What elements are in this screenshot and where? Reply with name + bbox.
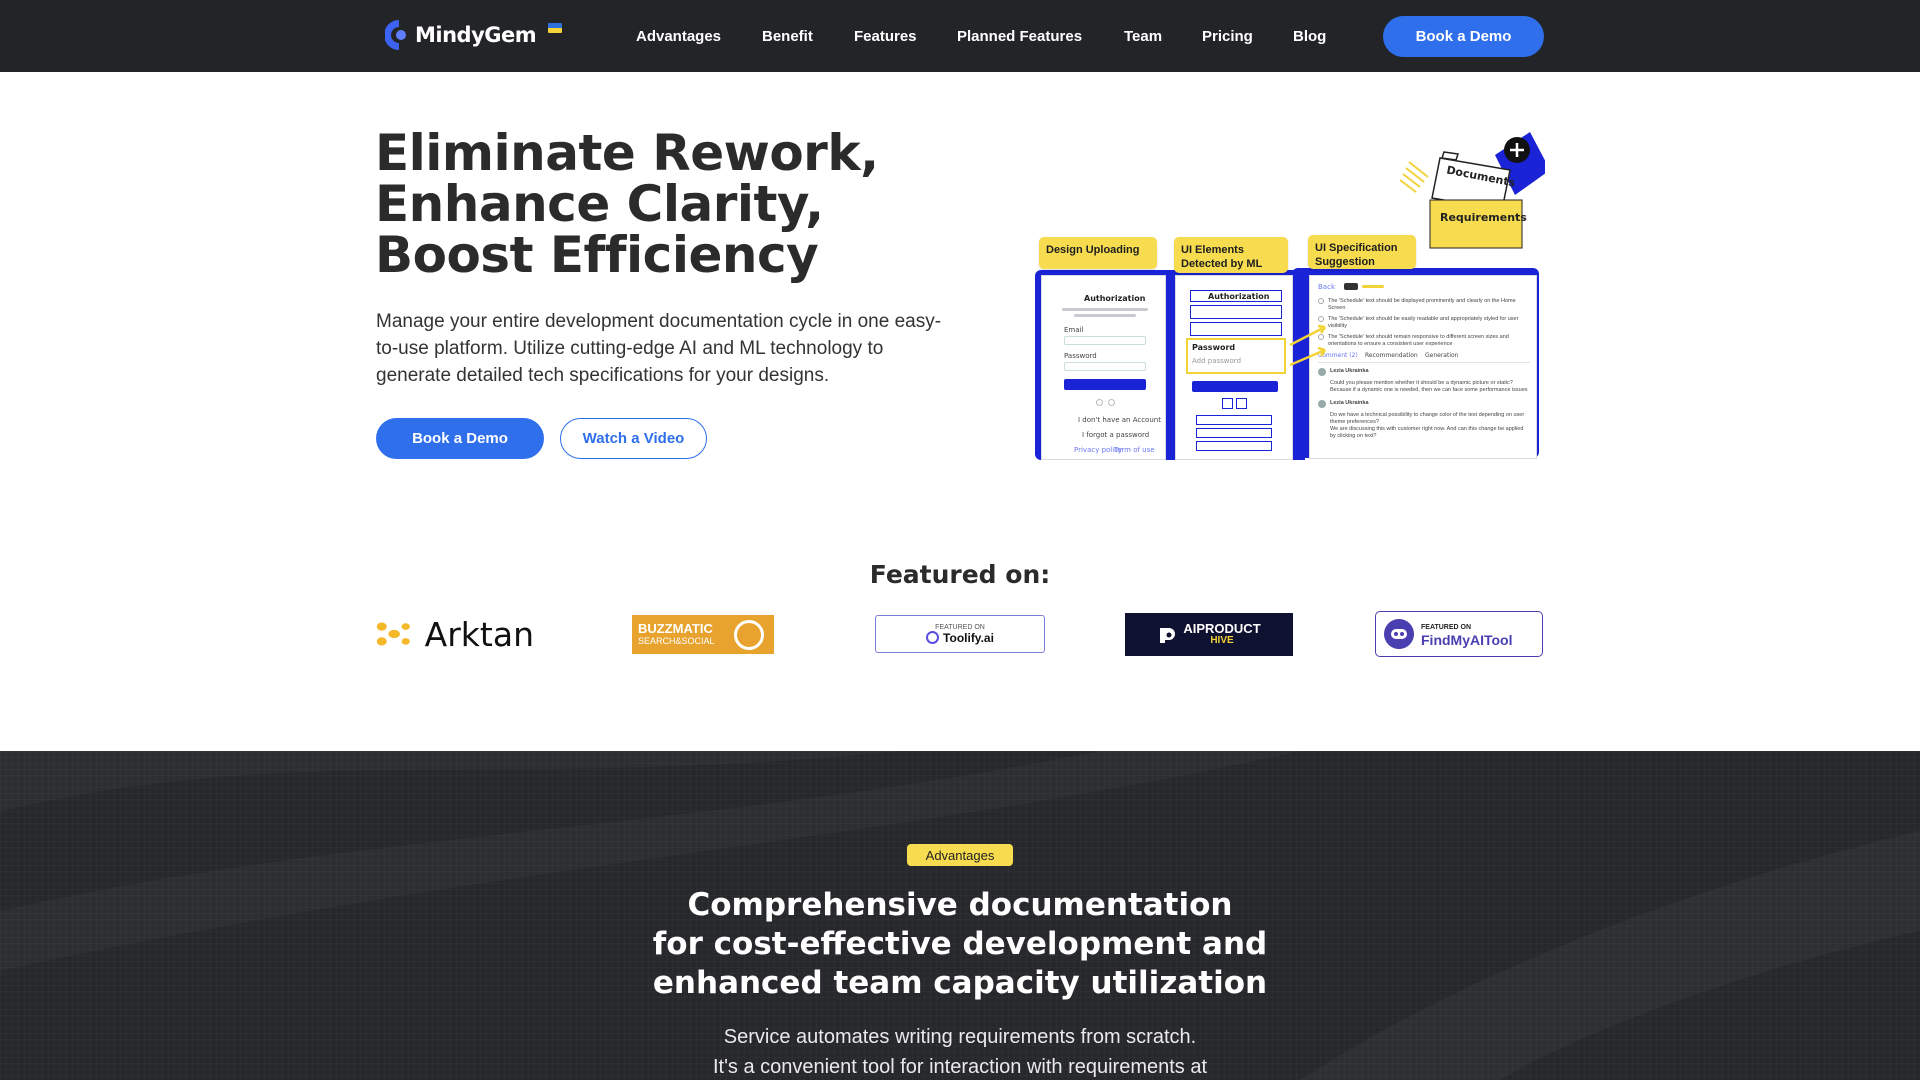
nav-book-demo-button[interactable]: Book a Demo <box>1383 16 1544 57</box>
password-detected: Password <box>1192 343 1236 352</box>
arktan-text: Arktan <box>424 614 534 654</box>
comment-author: Lezia Ukrainka <box>1330 368 1369 374</box>
advantages-badge: Advantages <box>907 844 1013 866</box>
nav-benefit[interactable]: Benefit <box>762 28 813 45</box>
requirements-label: Requirements <box>1440 211 1527 224</box>
hero-title: Eliminate Rework, Enhance Clarity, Boost… <box>375 128 879 281</box>
email-label: Email <box>1064 326 1084 334</box>
aiproduct-hive-logo[interactable]: AIPRODUCT HIVE <box>1125 613 1293 656</box>
nav-advantages[interactable]: Advantages <box>636 28 721 45</box>
label-ui-elements: UI Elements Detected by ML <box>1174 237 1288 273</box>
logo-mark-icon <box>384 18 411 52</box>
hero-description: Manage your entire development documenta… <box>376 311 942 386</box>
advantages-title-line: Comprehensive documentation <box>687 887 1233 923</box>
documents-folder-icon <box>1400 132 1545 249</box>
ukraine-flag-icon <box>548 23 562 33</box>
buzzmatic-logo[interactable]: BUZZMATIC SEARCH&SOCIAL <box>632 615 774 654</box>
auth-title: Authorization <box>1084 294 1146 303</box>
spec-suggestion-panel: Back The 'Schedule' text should be displ… <box>1309 275 1537 459</box>
nav-pricing[interactable]: Pricing <box>1202 28 1253 45</box>
nav-planned-features[interactable]: Planned Features <box>957 28 1082 45</box>
terms-text: Term of use <box>1114 446 1155 454</box>
aiproduct-icon <box>1160 627 1176 643</box>
brand-logo[interactable]: MindyGem <box>384 18 537 52</box>
featured-title: Featured on: <box>869 560 1051 589</box>
comment-author: Lezia Ukrainka <box>1330 400 1369 406</box>
logo-text: MindyGem <box>415 23 537 47</box>
toolify-logo[interactable]: FEATURED ON Toolify.ai <box>875 615 1045 653</box>
nav-features[interactable]: Features <box>854 28 917 45</box>
buzzmatic-text: BUZZMATIC <box>638 620 713 636</box>
label-design-uploading: Design Uploading <box>1039 237 1157 269</box>
fmat-text: FindMyAITool <box>1421 632 1513 648</box>
buzzmatic-subtext: SEARCH&SOCIAL <box>638 635 715 646</box>
spec-tab-generation[interactable]: Generation <box>1425 352 1458 359</box>
comment-text: Do we have a technical possibility to ch… <box>1330 412 1525 425</box>
no-account-text: I don't have an Account <box>1078 416 1161 424</box>
aiproduct-subtext: HIVE <box>1210 634 1234 646</box>
spec-line: The 'Schedule' text should be displayed … <box>1328 298 1516 311</box>
nav-blog[interactable]: Blog <box>1293 28 1326 45</box>
toolify-text: Toolify.ai <box>943 630 994 645</box>
password-label: Password <box>1064 352 1097 360</box>
arktan-logo[interactable]: Arktan <box>376 611 534 657</box>
advantages-title: Comprehensive documentation for cost-eff… <box>0 886 1920 1003</box>
spec-line: The 'Schedule' text should remain respon… <box>1328 334 1509 347</box>
password-placeholder: Add password <box>1192 357 1242 365</box>
watch-video-button[interactable]: Watch a Video <box>560 418 707 459</box>
comment-text: We are discussing this with customer rig… <box>1330 426 1524 439</box>
book-demo-button[interactable]: Book a Demo <box>376 418 544 459</box>
spec-tab-recommendation[interactable]: Recommendation <box>1365 352 1418 359</box>
findmyaitool-logo[interactable]: FEATURED ON FindMyAITool <box>1375 611 1543 657</box>
ml-detection-panel: Authorization Password Add password <box>1175 275 1293 460</box>
spec-back-link[interactable]: Back <box>1318 283 1335 291</box>
hero-title-line: Boost Efficiency <box>375 226 819 284</box>
advantages-title-line: for cost-effective development and <box>652 926 1268 962</box>
hero-title-line: Eliminate Rework, <box>375 124 879 182</box>
arktan-icon <box>376 622 410 646</box>
nav-team[interactable]: Team <box>1124 28 1162 45</box>
robot-icon <box>1384 619 1414 649</box>
auth-screen-panel: Authorization Email Password I don't hav… <box>1041 275 1166 460</box>
comment-text: Because if a dynamic one is needed, then… <box>1330 387 1528 393</box>
auth-title-detected: Authorization <box>1208 292 1270 301</box>
advantages-title-line: enhanced team capacity utilization <box>652 965 1268 1001</box>
toolify-icon <box>926 631 940 644</box>
comment-text: Could you please mention whether it shou… <box>1330 380 1513 386</box>
top-navbar: MindyGem Advantages Benefit Features Pla… <box>0 0 1920 72</box>
arrows-icon <box>1289 324 1327 367</box>
advantages-description: Service automates writing requirements f… <box>0 1022 1920 1080</box>
buzzmatic-circle-icon <box>734 620 764 650</box>
forgot-text: I forgot a password <box>1082 431 1150 439</box>
hero-illustration: Authorization Email Password I don't hav… <box>1030 125 1550 470</box>
toolify-featured-text: FEATURED ON <box>935 623 985 631</box>
aiproduct-text: AIPRODUCT <box>1183 620 1261 636</box>
advantages-desc-line: Service automates writing requirements f… <box>723 1026 1197 1048</box>
hero-title-line: Enhance Clarity, <box>375 175 824 233</box>
spec-line: The 'Schedule' text should be easily rea… <box>1328 316 1519 329</box>
advantages-desc-line: It's a convenient tool for interaction w… <box>712 1056 1208 1078</box>
